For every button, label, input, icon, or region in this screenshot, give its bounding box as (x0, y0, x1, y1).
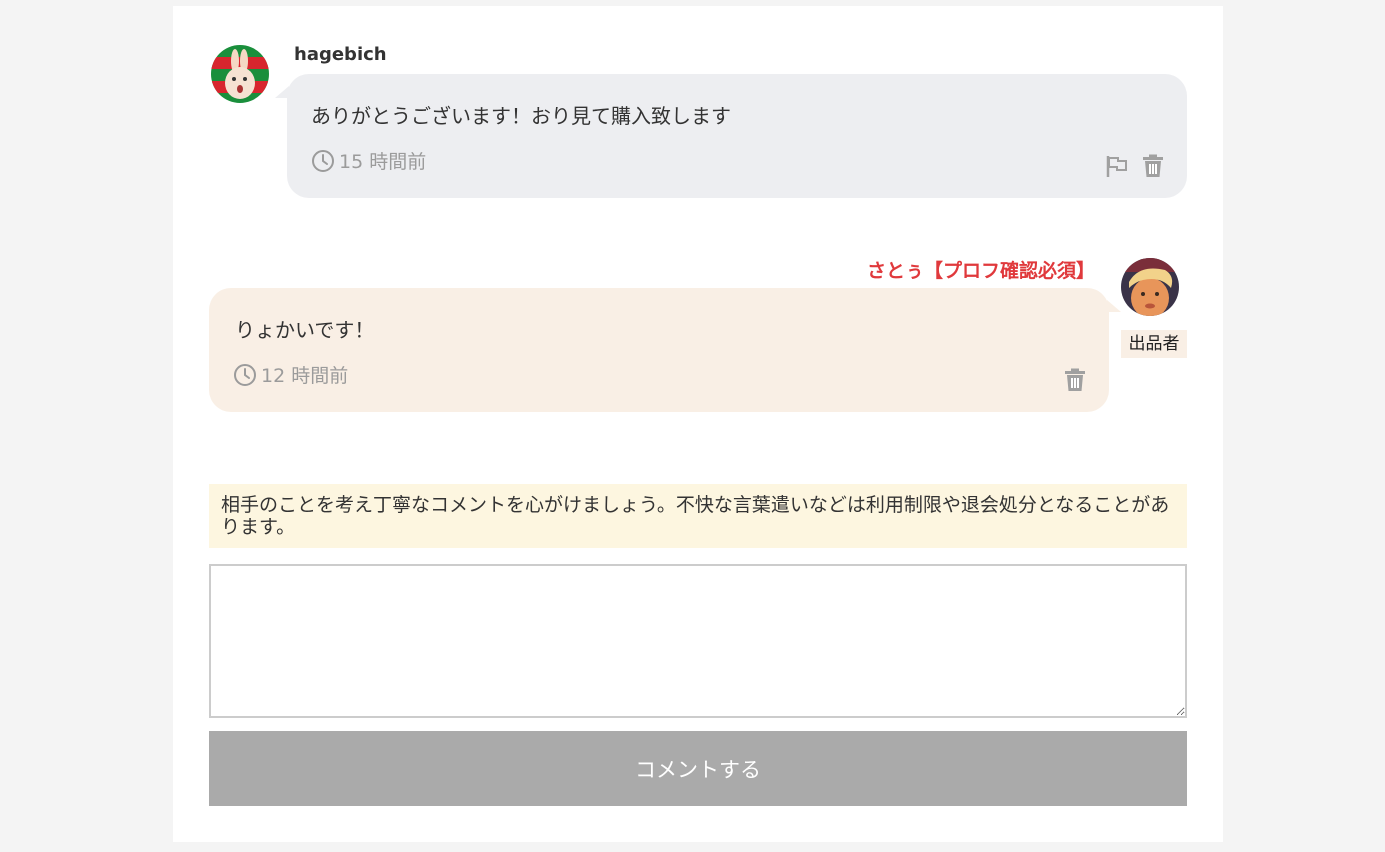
user-avatar[interactable] (1121, 258, 1179, 316)
comment-username[interactable]: hagebich (294, 44, 387, 65)
clock-icon (312, 149, 334, 172)
flag-icon (1106, 156, 1127, 177)
comment-username[interactable]: さとぅ【プロフ確認必須】 (867, 256, 1095, 283)
submit-comment-button[interactable]: コメントする (209, 731, 1187, 806)
bubble-tail (1107, 300, 1121, 312)
seller-badge: 出品者 (1121, 330, 1187, 358)
comment-textarea[interactable] (209, 564, 1187, 718)
comment-bubble: りょかいです！ 12 時間前 (209, 288, 1109, 412)
comment-panel: hagebich ありがとうございます！おり見て購入致します 15 時間前 さと… (173, 6, 1223, 842)
trash-icon (1143, 154, 1163, 177)
person-avatar-icon (1121, 258, 1179, 316)
comment-time: 15 時間前 (311, 147, 426, 174)
comment-message: りょかいです！ (235, 318, 375, 342)
comment-message: ありがとうございます！おり見て購入致します (311, 104, 731, 128)
delete-button[interactable] (1141, 154, 1165, 178)
clock-icon (234, 363, 256, 386)
comment-time: 12 時間前 (233, 361, 348, 388)
comment-bubble: ありがとうございます！おり見て購入致します 15 時間前 (287, 74, 1187, 198)
comment-time-label: 15 時間前 (339, 151, 427, 173)
user-avatar[interactable] (211, 45, 269, 103)
trash-icon (1065, 368, 1085, 391)
comment-guideline-notice: 相手のことを考え丁寧なコメントを心がけましょう。不快な言葉遣いなどは利用制限や退… (209, 484, 1187, 548)
delete-button[interactable] (1063, 368, 1087, 392)
report-flag-button[interactable] (1105, 154, 1129, 178)
rabbit-avatar-icon (211, 45, 269, 103)
comment-time-label: 12 時間前 (261, 365, 349, 387)
